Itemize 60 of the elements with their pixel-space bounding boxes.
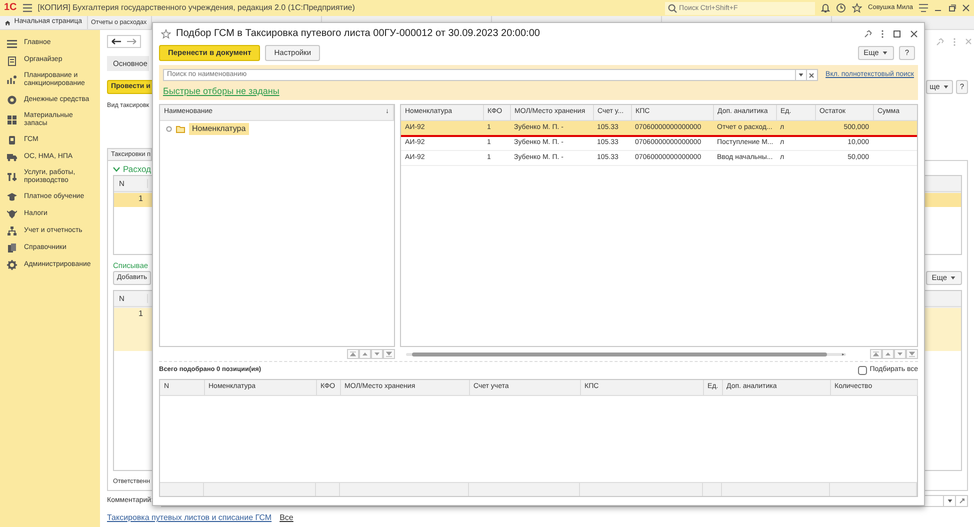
menu-icon[interactable] [22,4,32,12]
caret-icon[interactable] [942,85,949,90]
first-icon [872,350,880,358]
menu-icon[interactable] [919,4,928,12]
down-icon [373,350,381,358]
calendar-icon [7,56,17,66]
last-button[interactable] [906,348,918,359]
tree-item[interactable]: Номенклатура [189,123,249,135]
close-icon[interactable] [962,4,970,12]
fuel-can-icon [7,135,17,146]
down-button[interactable] [371,348,383,359]
more-icon[interactable] [881,30,884,38]
maximize-icon[interactable] [893,30,901,38]
home-icon [5,18,10,26]
search-icon [668,4,678,12]
up-button[interactable] [359,348,371,359]
clear-icon[interactable] [809,72,814,78]
logo: 1С [4,2,17,14]
caret-icon[interactable] [950,276,956,280]
books-icon [7,242,17,253]
hierarchy-icon [7,226,17,236]
window-title: [КОПИЯ] Бухгалтерия государственного учреждения, редакция 2.0 (1С:Предприятие) [38,3,355,13]
table-cell-text: 1 [138,192,144,205]
first-button[interactable] [347,348,359,359]
coin-icon [7,95,17,106]
down-icon [896,350,904,358]
tools-icon [7,172,17,182]
link[interactable]: Таксировка путевых листов и списание ГСМ [107,513,272,523]
chevron-icon[interactable] [113,166,120,172]
folder-icon [176,126,185,133]
emblem-icon [7,208,17,219]
grid-icon [7,115,17,126]
first-button[interactable] [870,348,882,359]
chart-icon [7,75,17,86]
bell-icon[interactable] [821,3,830,13]
link[interactable]: Все [280,513,294,523]
dialog-title: Подбор ГСМ в Таксировка путевого листа 00ГУ-000012 от 30.09.2023 20:00:00 [176,28,540,40]
table-cell-text: 1 [138,308,144,320]
caret-icon[interactable] [798,73,804,77]
last-button[interactable] [383,348,395,359]
caret-icon[interactable] [882,51,888,56]
up-button[interactable] [882,348,894,359]
down-button[interactable] [894,348,906,359]
truck-icon [7,152,17,162]
open-icon[interactable] [958,498,964,504]
gear-icon [7,260,17,270]
star-icon[interactable] [161,29,171,39]
last-icon [385,350,393,358]
close-icon[interactable] [910,30,918,38]
caret-icon[interactable] [946,499,952,504]
cap-icon [7,192,17,202]
last-icon [908,350,916,358]
restore-icon[interactable] [948,4,956,12]
history-icon[interactable] [836,3,846,13]
first-icon [349,350,357,358]
circle-icon[interactable] [166,126,172,132]
star-icon[interactable] [852,3,862,13]
menu-icon [7,38,17,48]
section-title: Расход [123,164,152,175]
checkbox[interactable] [858,366,867,375]
